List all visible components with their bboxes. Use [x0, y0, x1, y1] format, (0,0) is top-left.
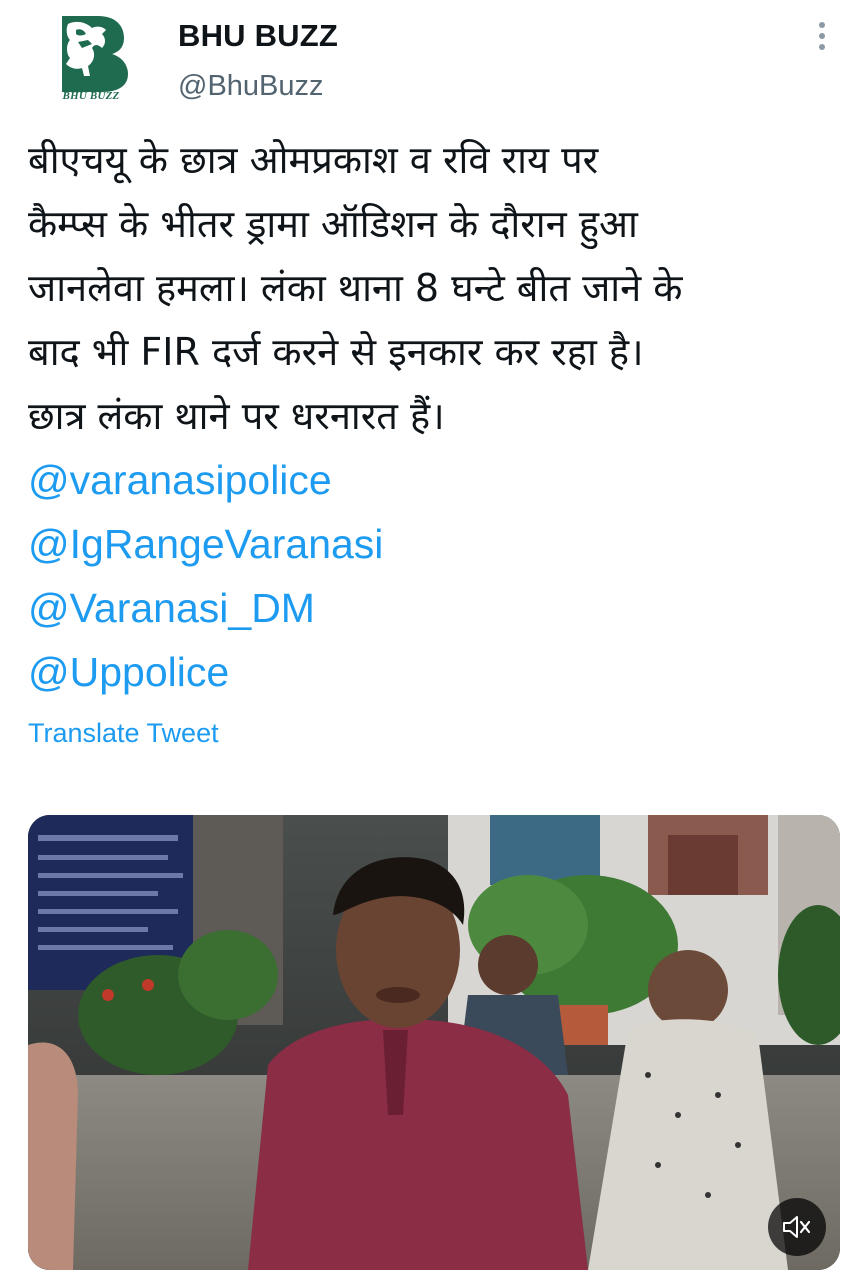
tweet-text-line: बीएचयू के छात्र ओमप्रकाश व रवि राय पर	[28, 138, 599, 182]
avatar[interactable]: BHU BUZZ	[48, 14, 134, 104]
tweet-text-line: बाद भी FIR दर्ज करने से इनकार कर रहा है।	[28, 330, 644, 374]
bhu-buzz-logo-icon	[62, 16, 128, 92]
more-vertical-icon[interactable]	[808, 18, 836, 54]
mention-link[interactable]: @Uppolice	[28, 640, 383, 704]
avatar-caption: BHU BUZZ	[62, 90, 120, 102]
mute-glyph	[783, 1216, 811, 1238]
mention-link[interactable]: @Varanasi_DM	[28, 576, 383, 640]
video-frame	[28, 815, 840, 1270]
tweet-text-line: छात्र लंका थाने पर धरनारत हैं।	[28, 394, 445, 438]
tweet-text-line: जानलेवा हमला। लंका थाना 8 घन्टे बीत जाने…	[28, 266, 683, 310]
tweet: BHU BUZZ BHU BUZZ @BhuBuzz बीएचयू के छात…	[0, 0, 867, 1280]
mention-link[interactable]: @varanasipolice	[28, 448, 383, 512]
display-name[interactable]: BHU BUZZ	[178, 18, 338, 54]
tweet-text: बीएचयू के छात्र ओमप्रकाश व रवि राय पर कै…	[28, 128, 848, 448]
tweet-text-line: कैम्प्स के भीतर ड्रामा ऑडिशन के दौरान हु…	[28, 202, 638, 246]
video-player[interactable]	[28, 815, 840, 1270]
translate-tweet-link[interactable]: Translate Tweet	[28, 718, 219, 749]
mention-list: @varanasipolice @IgRangeVaranasi @Varana…	[28, 448, 383, 704]
user-handle[interactable]: @BhuBuzz	[178, 70, 324, 103]
mention-link[interactable]: @IgRangeVaranasi	[28, 512, 383, 576]
speaker-muted-icon[interactable]	[768, 1198, 826, 1256]
